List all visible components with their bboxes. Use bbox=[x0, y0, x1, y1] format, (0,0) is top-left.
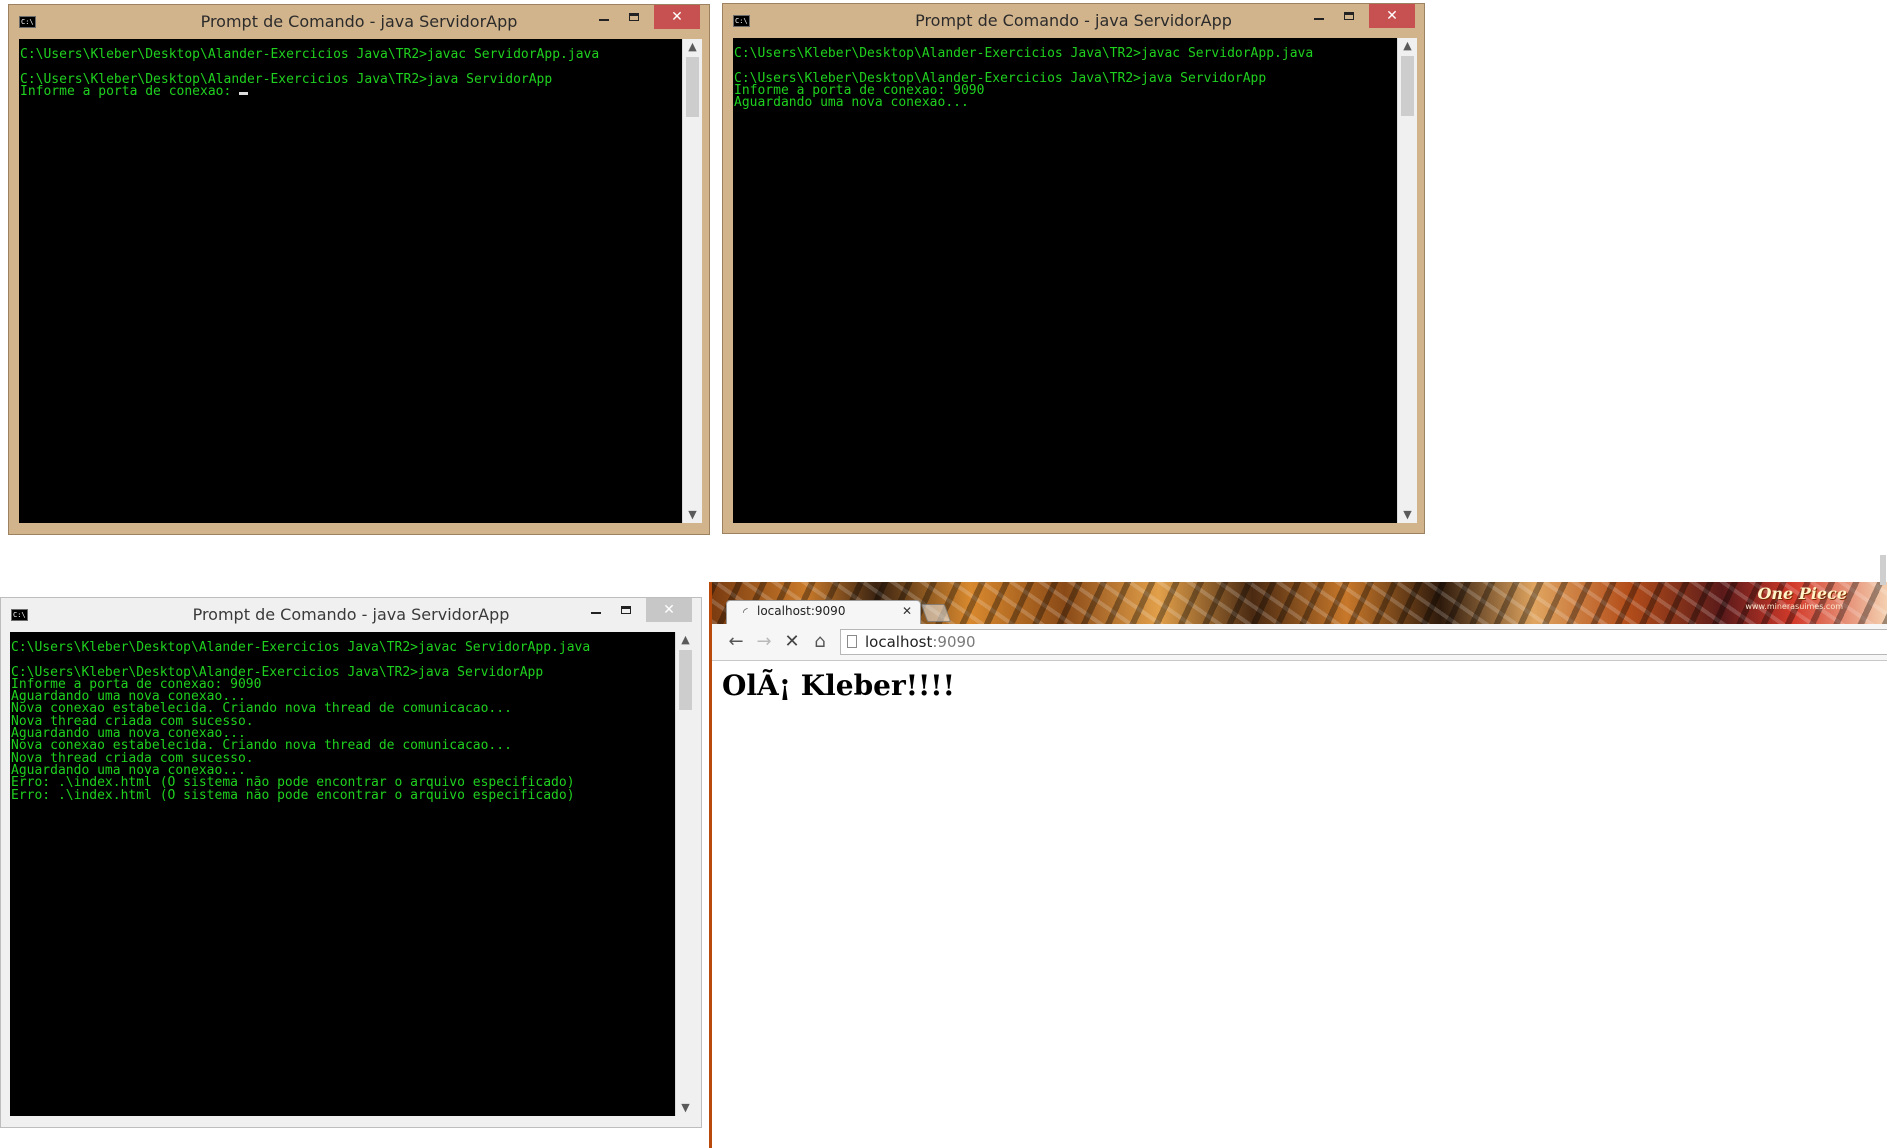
scroll-down-arrow-icon[interactable]: ▼ bbox=[676, 1100, 695, 1116]
console-line: Erro: .\index.html (O sistema não pode e… bbox=[11, 787, 575, 803]
tab-localhost[interactable]: ◜ localhost:9090 ✕ bbox=[726, 600, 921, 624]
close-button[interactable]: ✕ bbox=[1369, 4, 1415, 28]
minimize-button[interactable] bbox=[589, 5, 619, 29]
console-text: C:\Users\Kleber\Desktop\Alander-Exercici… bbox=[11, 640, 591, 803]
console-text: C:\Users\Kleber\Desktop\Alander-Exercici… bbox=[20, 47, 600, 99]
page-heading: OlÃ¡ Kleber!!!! bbox=[722, 669, 955, 702]
vertical-scrollbar[interactable]: ▲ ▼ bbox=[682, 39, 702, 523]
vertical-scrollbar[interactable]: ▲ ▼ bbox=[675, 632, 695, 1116]
page-icon bbox=[847, 635, 857, 648]
scrollbar-thumb[interactable] bbox=[1401, 56, 1414, 116]
console-line: C:\Users\Kleber\Desktop\Alander-Exercici… bbox=[20, 47, 600, 62]
console-output-area[interactable]: C:\Users\Kleber\Desktop\Alander-Exercici… bbox=[19, 39, 682, 523]
close-icon: ✕ bbox=[671, 9, 683, 25]
scroll-down-arrow-icon[interactable]: ▼ bbox=[1398, 507, 1417, 523]
close-button[interactable]: ✕ bbox=[646, 598, 692, 622]
close-icon: ✕ bbox=[663, 602, 675, 618]
maximize-button[interactable] bbox=[619, 5, 649, 29]
minimize-icon bbox=[591, 612, 601, 614]
minimize-icon bbox=[599, 19, 609, 21]
window-titlebar[interactable]: C:\ Prompt de Comando - java ServidorApp… bbox=[9, 5, 709, 39]
address-bar[interactable]: localhost:9090 bbox=[840, 629, 1887, 655]
window-titlebar[interactable]: C:\ Prompt de Comando - java ServidorApp… bbox=[723, 4, 1424, 38]
close-button[interactable]: ✕ bbox=[654, 5, 700, 29]
desktop-scrollbar-fragment bbox=[1880, 555, 1886, 585]
loading-spinner-icon: ◜ bbox=[743, 605, 748, 619]
url-text[interactable]: localhost:9090 bbox=[865, 633, 976, 651]
minimize-button[interactable] bbox=[581, 598, 611, 622]
vertical-scrollbar[interactable]: ▲ ▼ bbox=[1397, 38, 1417, 523]
stop-icon[interactable]: ✕ bbox=[780, 630, 804, 654]
tab-strip: ◜ localhost:9090 ✕ bbox=[712, 600, 1887, 624]
maximize-button[interactable] bbox=[611, 598, 641, 622]
url-host: localhost bbox=[865, 633, 933, 651]
maximize-icon bbox=[621, 606, 631, 614]
console-text: C:\Users\Kleber\Desktop\Alander-Exercici… bbox=[734, 46, 1314, 111]
console-line: Informe a porta de conexao: bbox=[20, 83, 240, 99]
scroll-up-arrow-icon[interactable]: ▲ bbox=[683, 39, 702, 55]
browser-window[interactable]: One Piece www.minerasuimes.com ◜ localho… bbox=[709, 582, 1887, 1148]
cmd-window-2[interactable]: C:\ Prompt de Comando - java ServidorApp… bbox=[722, 3, 1425, 534]
console-output-area[interactable]: C:\Users\Kleber\Desktop\Alander-Exercici… bbox=[733, 38, 1397, 523]
tab-title: localhost:9090 bbox=[757, 604, 846, 618]
maximize-button[interactable] bbox=[1334, 4, 1364, 28]
maximize-icon bbox=[1344, 12, 1354, 20]
scrollbar-thumb[interactable] bbox=[686, 57, 699, 117]
text-cursor bbox=[239, 91, 249, 95]
scroll-up-arrow-icon[interactable]: ▲ bbox=[1398, 38, 1417, 54]
scrollbar-thumb[interactable] bbox=[679, 650, 692, 710]
minimize-icon bbox=[1314, 18, 1324, 20]
console-line: Aguardando uma nova conexao... bbox=[734, 95, 969, 111]
console-line: C:\Users\Kleber\Desktop\Alander-Exercici… bbox=[11, 640, 591, 655]
minimize-button[interactable] bbox=[1304, 4, 1334, 28]
scroll-down-arrow-icon[interactable]: ▼ bbox=[683, 507, 702, 523]
browser-toolbar: ← → ✕ ⌂ localhost:9090 bbox=[712, 624, 1887, 661]
tab-close-icon[interactable]: ✕ bbox=[902, 604, 912, 618]
back-arrow-icon[interactable]: ← bbox=[724, 630, 748, 654]
cmd-window-3[interactable]: C:\ Prompt de Comando - java ServidorApp… bbox=[0, 597, 702, 1128]
new-tab-button[interactable] bbox=[920, 604, 952, 622]
close-icon: ✕ bbox=[1386, 8, 1398, 24]
scroll-up-arrow-icon[interactable]: ▲ bbox=[676, 632, 695, 648]
window-titlebar[interactable]: C:\ Prompt de Comando - java ServidorApp… bbox=[1, 598, 701, 632]
console-line: C:\Users\Kleber\Desktop\Alander-Exercici… bbox=[734, 46, 1314, 61]
url-port: :9090 bbox=[932, 633, 976, 651]
console-output-area[interactable]: C:\Users\Kleber\Desktop\Alander-Exercici… bbox=[10, 632, 675, 1116]
page-content: OlÃ¡ Kleber!!!! bbox=[712, 661, 1887, 1148]
forward-arrow-icon[interactable]: → bbox=[752, 630, 776, 654]
cmd-window-1[interactable]: C:\ Prompt de Comando - java ServidorApp… bbox=[8, 4, 710, 535]
home-icon[interactable]: ⌂ bbox=[808, 630, 832, 654]
maximize-icon bbox=[629, 13, 639, 21]
